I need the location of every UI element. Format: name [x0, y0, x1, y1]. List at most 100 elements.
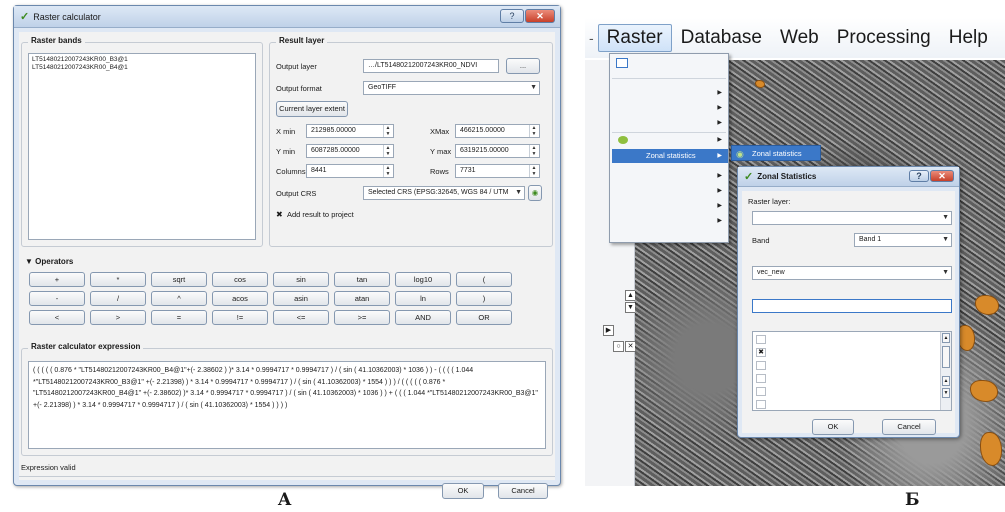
- output-format-select[interactable]: GeoTIFF ▼: [363, 81, 540, 95]
- menu-raster[interactable]: Raster: [597, 24, 672, 52]
- output-format-label: Output format: [276, 84, 322, 93]
- chevron-down-icon: ▼: [942, 236, 949, 243]
- operator-button[interactable]: *: [90, 272, 146, 287]
- zonal-statistics-submenu-item[interactable]: ◉ Zonal statistics: [731, 145, 821, 161]
- statistics-list[interactable]: ✖ ▲ ▲ ▼: [752, 331, 952, 411]
- operator-button[interactable]: +: [29, 272, 85, 287]
- statistic-checkbox[interactable]: [756, 374, 766, 383]
- vector-layer-value: vec_new: [757, 269, 785, 276]
- operator-button[interactable]: ): [456, 291, 512, 306]
- scroll-down-icon[interactable]: ▼: [942, 388, 950, 398]
- operator-button[interactable]: asin: [273, 291, 329, 306]
- chevron-down-icon: ▼: [515, 189, 522, 196]
- zonal-statistics-menu-item[interactable]: Zonal statistics ▶: [612, 149, 728, 163]
- operator-button[interactable]: tan: [334, 272, 390, 287]
- operator-button[interactable]: !=: [212, 310, 268, 325]
- xmax-spinbox[interactable]: 466215.00000 ▲ ▼: [455, 124, 540, 138]
- browse-button[interactable]: ...: [506, 58, 540, 74]
- operator-button[interactable]: <=: [273, 310, 329, 325]
- operator-button[interactable]: AND: [395, 310, 451, 325]
- band-item[interactable]: LT51480212007243KR00_B3@1: [32, 56, 252, 64]
- title-bar: ✓ Raster calculator ? ✕: [14, 6, 560, 28]
- link-icon[interactable]: ○: [613, 341, 624, 352]
- ymin-spinbox[interactable]: 6087285.00000 ▲ ▼: [306, 144, 394, 158]
- menu-processing[interactable]: Processing: [828, 27, 940, 49]
- menu-separator: [612, 78, 726, 79]
- submenu-arrow-icon: ▶: [717, 153, 722, 159]
- ymax-spinbox[interactable]: 6319215.00000 ▲ ▼: [455, 144, 540, 158]
- current-layer-extent-button[interactable]: Current layer extent: [276, 101, 348, 117]
- statistic-checkbox[interactable]: [756, 400, 766, 409]
- expression-textarea[interactable]: ( ( ( ( ( 0.876 * "LT51480212007243KR00_…: [28, 361, 546, 449]
- raster-bands-list[interactable]: LT51480212007243KR00_B3@1 LT514802120072…: [28, 53, 256, 240]
- operator-button[interactable]: sqrt: [151, 272, 207, 287]
- menu-web[interactable]: Web: [771, 27, 828, 49]
- spin-arrows-icon[interactable]: ▲ ▼: [383, 145, 392, 157]
- operator-button[interactable]: log10: [395, 272, 451, 287]
- raster-layer-select[interactable]: ▼: [752, 211, 952, 225]
- spin-arrows-icon[interactable]: ▲ ▼: [383, 125, 392, 137]
- operator-button[interactable]: =: [151, 310, 207, 325]
- ok-button[interactable]: OK: [812, 419, 854, 435]
- scroll-up-icon[interactable]: ▲: [942, 376, 950, 386]
- band-select[interactable]: Band 1 ▼: [854, 233, 952, 247]
- operator-button[interactable]: ln: [395, 291, 451, 306]
- zonal-statistics-icon: ◉: [736, 149, 744, 159]
- vector-layer-select[interactable]: vec_new ▼: [752, 266, 952, 280]
- operators-header[interactable]: ▼ Operators: [25, 257, 73, 266]
- spin-arrows-icon[interactable]: ▲ ▼: [529, 125, 538, 137]
- columns-label: Columns: [276, 167, 306, 176]
- statistic-checkbox[interactable]: ✖: [756, 348, 766, 357]
- statistic-checkbox[interactable]: [756, 387, 766, 396]
- operator-button[interactable]: OR: [456, 310, 512, 325]
- title-bar: ✓ Zonal Statistics ? ✕: [738, 167, 959, 187]
- columns-spinbox[interactable]: 8441 ▲ ▼: [306, 164, 394, 178]
- raster-calculator-icon[interactable]: [616, 58, 628, 68]
- operator-button[interactable]: >: [90, 310, 146, 325]
- menu-database[interactable]: Database: [672, 27, 771, 49]
- menu-help[interactable]: Help: [940, 27, 997, 49]
- operator-button[interactable]: atan: [334, 291, 390, 306]
- list-scrollbar[interactable]: ▲ ▲ ▼: [940, 332, 951, 410]
- submenu-arrow-icon: ▶: [717, 90, 722, 96]
- operator-button[interactable]: -: [29, 291, 85, 306]
- cancel-button[interactable]: Cancel: [498, 483, 548, 499]
- operator-button[interactable]: (: [456, 272, 512, 287]
- operator-button[interactable]: sin: [273, 272, 329, 287]
- result-layer-group: Result layer Output layer …/LT5148021200…: [269, 36, 553, 247]
- statistic-checkbox[interactable]: [756, 335, 766, 344]
- band-item[interactable]: LT51480212007243KR00_B4@1: [32, 64, 252, 72]
- close-icon[interactable]: ✕: [525, 9, 555, 23]
- column-prefix-input[interactable]: [752, 299, 952, 313]
- close-icon[interactable]: ✕: [930, 170, 954, 182]
- operator-button[interactable]: ^: [151, 291, 207, 306]
- chevron-down-icon: ▼: [942, 269, 949, 276]
- output-layer-label: Output layer: [276, 62, 317, 71]
- ok-button[interactable]: OK: [442, 483, 484, 499]
- scroll-up-icon[interactable]: ▲: [942, 333, 950, 343]
- help-icon[interactable]: ?: [500, 9, 524, 23]
- statistic-checkbox[interactable]: [756, 361, 766, 370]
- output-crs-select[interactable]: Selected CRS (EPSG:32645, WGS 84 / UTM ▼: [363, 186, 525, 200]
- rows-spinbox[interactable]: 7731 ▲ ▼: [455, 164, 540, 178]
- output-layer-field[interactable]: …/LT51480212007243KR00_NDVI: [363, 59, 499, 73]
- xmin-spinbox[interactable]: 212985.00000 ▲ ▼: [306, 124, 394, 138]
- select-crs-icon[interactable]: ◉: [528, 185, 542, 201]
- menu-separator: [612, 132, 726, 133]
- play-icon[interactable]: ▶: [603, 325, 614, 336]
- operator-button[interactable]: cos: [212, 272, 268, 287]
- cancel-button[interactable]: Cancel: [882, 419, 936, 435]
- operator-button[interactable]: /: [90, 291, 146, 306]
- output-crs-label: Output CRS: [276, 189, 317, 198]
- spin-arrows-icon[interactable]: ▲ ▼: [529, 165, 538, 177]
- spin-arrows-icon[interactable]: ▲ ▼: [383, 165, 392, 177]
- add-result-checkbox[interactable]: ✖: [276, 210, 283, 219]
- help-icon[interactable]: ?: [909, 170, 929, 182]
- operator-button[interactable]: >=: [334, 310, 390, 325]
- scroll-thumb[interactable]: [942, 346, 950, 368]
- operator-button[interactable]: acos: [212, 291, 268, 306]
- operator-button[interactable]: <: [29, 310, 85, 325]
- band-value: Band 1: [859, 236, 882, 243]
- spin-arrows-icon[interactable]: ▲ ▼: [529, 145, 538, 157]
- add-result-label: Add result to project: [287, 210, 354, 219]
